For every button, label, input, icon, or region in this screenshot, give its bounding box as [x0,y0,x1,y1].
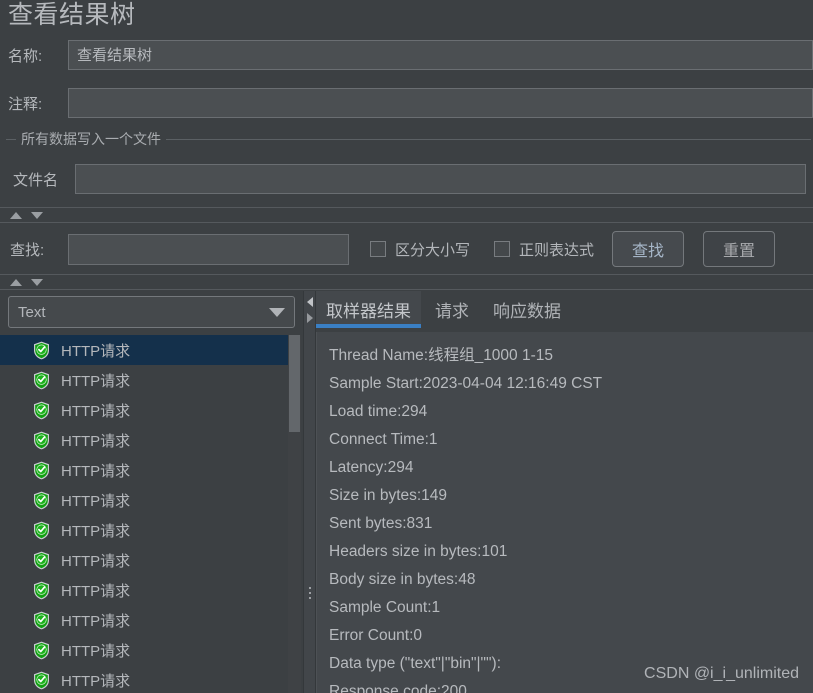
sampler-result-line: Latency:294 [329,459,414,476]
success-shield-icon [34,491,49,509]
regex-option[interactable]: 正则表达式 [494,239,594,260]
success-shield-icon [34,431,49,449]
collapse-left-icon[interactable] [307,297,313,307]
case-sensitive-checkbox[interactable] [370,241,386,257]
tree-item-label: HTTP请求 [61,462,131,480]
sampler-result-line: Headers size in bytes:101 [329,543,508,560]
tree-item[interactable]: HTTP请求 [0,545,288,575]
tree-item-label: HTTP请求 [61,372,131,390]
tree-item[interactable]: HTTP请求 [0,605,288,635]
tree-item[interactable]: HTTP请求 [0,455,288,485]
drag-handle-dots-icon[interactable] [309,587,311,599]
caret-down-icon[interactable] [31,211,43,219]
tree-scrollbar-thumb[interactable] [289,335,300,432]
caret-up-icon[interactable] [10,211,22,219]
comment-label: 注释: [8,95,43,113]
sampler-result-line: Connect Time:1 [329,431,438,448]
sampler-result-line: Sent bytes:831 [329,515,433,532]
success-shield-icon [34,521,49,539]
search-label: 查找: [10,241,45,259]
search-bar: 查找: 区分大小写 正则表达式 查找 重置 [0,224,813,274]
success-shield-icon [34,581,49,599]
tree-item[interactable]: HTTP请求 [0,635,288,665]
tree-item-label: HTTP请求 [61,552,131,570]
tree-item-label: HTTP请求 [61,582,131,600]
sampler-result-line: Sample Start:2023-04-04 12:16:49 CST [329,375,603,392]
renderer-select-value: Text [18,303,46,321]
tree-item-label: HTTP请求 [61,612,131,630]
detail-tabs[interactable]: 取样器结果 请求 响应数据 [316,291,571,332]
tree-item-label: HTTP请求 [61,342,131,360]
find-button[interactable]: 查找 [612,231,685,267]
tree-item[interactable]: HTTP请求 [0,335,288,365]
sampler-result-line: Sample Count:1 [329,599,441,616]
success-shield-icon [34,461,49,479]
tab-3[interactable]: 响应数据 [483,291,571,328]
tab-1[interactable]: 取样器结果 [316,291,421,328]
split-divider[interactable] [303,291,316,693]
results-tree[interactable]: HTTP请求 HTTP请求 HTTP请求 HTTP请求 HTTP请求 HTTP请… [0,335,288,693]
collapse-strip-lower[interactable] [0,274,813,290]
page-title: 查看结果树 [8,1,136,29]
tree-item[interactable]: HTTP请求 [0,665,288,693]
renderer-select[interactable]: Text [8,296,295,328]
tree-item[interactable]: HTTP请求 [0,485,288,515]
success-shield-icon [34,641,49,659]
sampler-result-line: Body size in bytes:48 [329,571,476,588]
caret-up-icon[interactable] [10,278,22,286]
case-sensitive-label: 区分大小写 [395,241,471,259]
tree-item-label: HTTP请求 [61,402,131,420]
watermark: CSDN @i_i_unlimited [644,665,799,682]
success-shield-icon [34,401,49,419]
regex-label: 正则表达式 [519,241,595,259]
tree-item[interactable]: HTTP请求 [0,575,288,605]
results-split-pane: Text HTTP请求 HTTP请求 HTTP请求 HTTP请求 HTTP请求 … [0,291,813,693]
tree-item-label: HTTP请求 [61,432,131,450]
caret-down-icon[interactable] [31,278,43,286]
filename-label: 文件名 [13,171,59,189]
success-shield-icon [34,551,49,569]
tree-item[interactable]: HTTP请求 [0,395,288,425]
comment-input[interactable] [67,88,813,118]
regex-checkbox[interactable] [494,241,511,257]
tree-item-label: HTTP请求 [61,672,131,690]
case-sensitive-option[interactable]: 区分大小写 [370,239,470,260]
success-shield-icon [34,371,49,389]
filename-row: 文件名 [0,164,813,194]
success-shield-icon [34,611,49,629]
comment-row: 注释: [0,88,813,118]
sampler-result-line: Size in bytes:149 [329,487,448,504]
sampler-result-line: Error Count:0 [329,627,423,644]
tree-item-label: HTTP请求 [61,522,131,540]
name-label: 名称: [8,47,43,65]
view-results-tree-window: 查看结果树 名称: 查看结果树 注释: 所有数据写入一个文件 文件名 查找: 区… [0,0,813,693]
group-title: 所有数据写入一个文件 [16,129,166,149]
tree-item[interactable]: HTTP请求 [0,515,288,545]
chevron-down-icon [269,307,285,317]
success-shield-icon [34,671,49,689]
sampler-result-line: Load time:294 [329,403,428,420]
success-shield-icon [34,341,49,359]
name-row: 名称: 查看结果树 [0,40,813,70]
tree-item-label: HTTP请求 [61,642,131,660]
tree-item-label: HTTP请求 [61,492,131,510]
result-detail-pane: 取样器结果 请求 响应数据 Thread Name:线程组_1000 1-15 Sam… [316,291,813,693]
tab-2[interactable]: 请求 [425,291,479,328]
collapse-right-icon[interactable] [307,313,313,323]
name-input[interactable]: 查看结果树 [68,40,813,70]
collapse-strip-upper[interactable] [0,207,813,223]
sampler-result-text[interactable]: Thread Name:线程组_1000 1-15 Sample Start:20… [316,332,813,693]
filename-input[interactable] [75,164,806,194]
results-tree-pane: Text HTTP请求 HTTP请求 HTTP请求 HTTP请求 HTTP请求 … [0,291,303,693]
reset-button[interactable]: 重置 [703,231,776,267]
sampler-result-line: Thread Name:线程组_1000 1-15 [329,347,554,364]
tree-item[interactable]: HTTP请求 [0,425,288,455]
search-input[interactable] [68,233,349,265]
tree-item[interactable]: HTTP请求 [0,365,288,395]
